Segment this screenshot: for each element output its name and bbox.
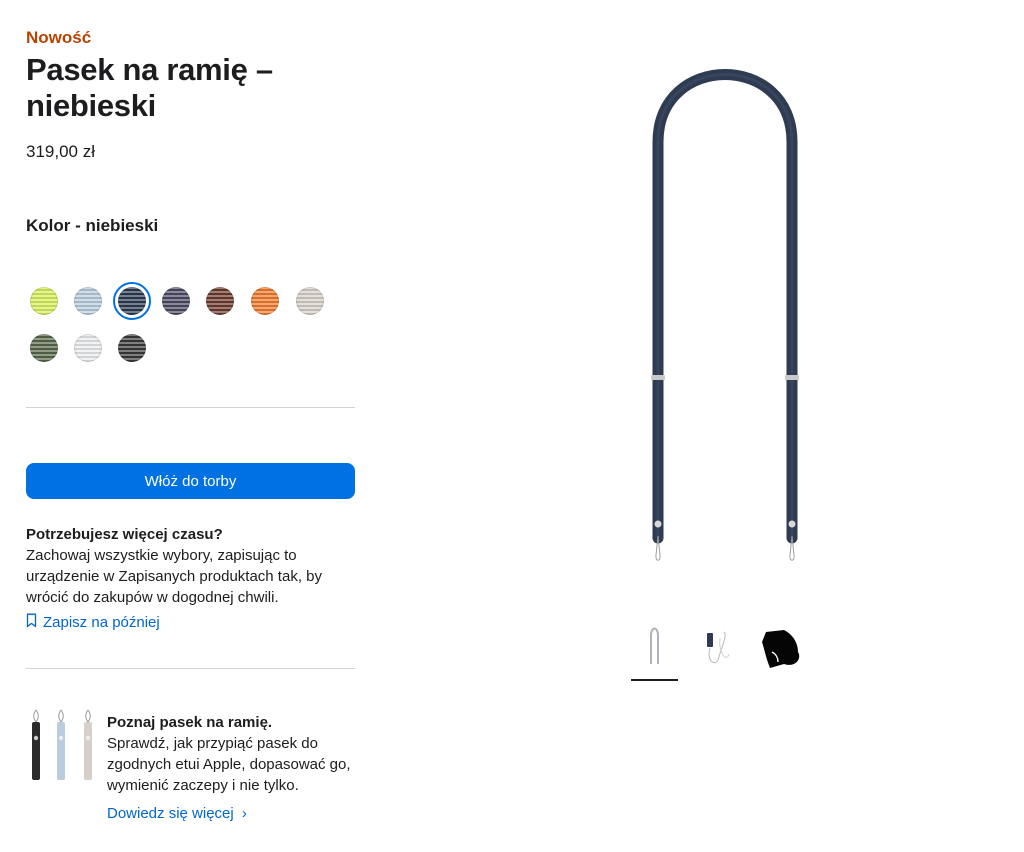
more-time-section: Potrzebujesz więcej czasu? Zachowaj wszy… [26,524,346,608]
promo-body: Sprawdź, jak przypiąć pasek do zgodnych … [107,735,351,794]
swatch-orange[interactable] [251,287,279,315]
swatch-lime[interactable] [30,287,58,315]
divider [26,407,355,408]
page-title: Pasek na ramię – niebieski [26,52,273,123]
add-to-bag-button[interactable]: Włóż do torby [26,463,355,499]
price: 319,00 zł [26,142,95,161]
swatch-light-blue[interactable] [74,287,102,315]
promo-image [26,708,98,782]
swatch-stone[interactable] [296,287,324,315]
learn-more-label: Dowiedz się więcej [107,805,234,822]
swatch-purple[interactable] [162,287,190,315]
learn-more-link[interactable]: Dowiedz się więcej › [107,805,247,822]
bookmark-icon [26,613,37,632]
swatch-black[interactable] [118,334,146,362]
swatch-green[interactable] [30,334,58,362]
save-for-later-link[interactable]: Zapisz na później [26,613,160,632]
more-time-heading: Potrzebujesz więcej czasu? [26,526,223,543]
product-badge: Nowość [26,28,92,47]
gallery-thumb-1[interactable] [631,624,677,672]
swatch-white[interactable] [74,334,102,362]
swatch-brown[interactable] [206,287,234,315]
save-for-later-label: Zapisz na później [43,614,160,631]
chevron-right-icon: › [241,805,247,822]
divider [26,668,355,669]
gallery-thumb-2[interactable] [696,624,742,672]
swatch-blue[interactable] [113,282,151,320]
gallery-selected-indicator [631,679,678,681]
product-image [620,60,830,580]
more-time-body: Zachowaj wszystkie wybory, zapisując to … [26,547,322,606]
promo-heading: Poznaj pasek na ramię. [107,714,273,731]
gallery-thumb-3[interactable] [758,624,804,672]
promo-section: Poznaj pasek na ramię. Sprawdź, jak przy… [107,712,357,796]
color-label: Kolor - niebieski [26,216,159,235]
